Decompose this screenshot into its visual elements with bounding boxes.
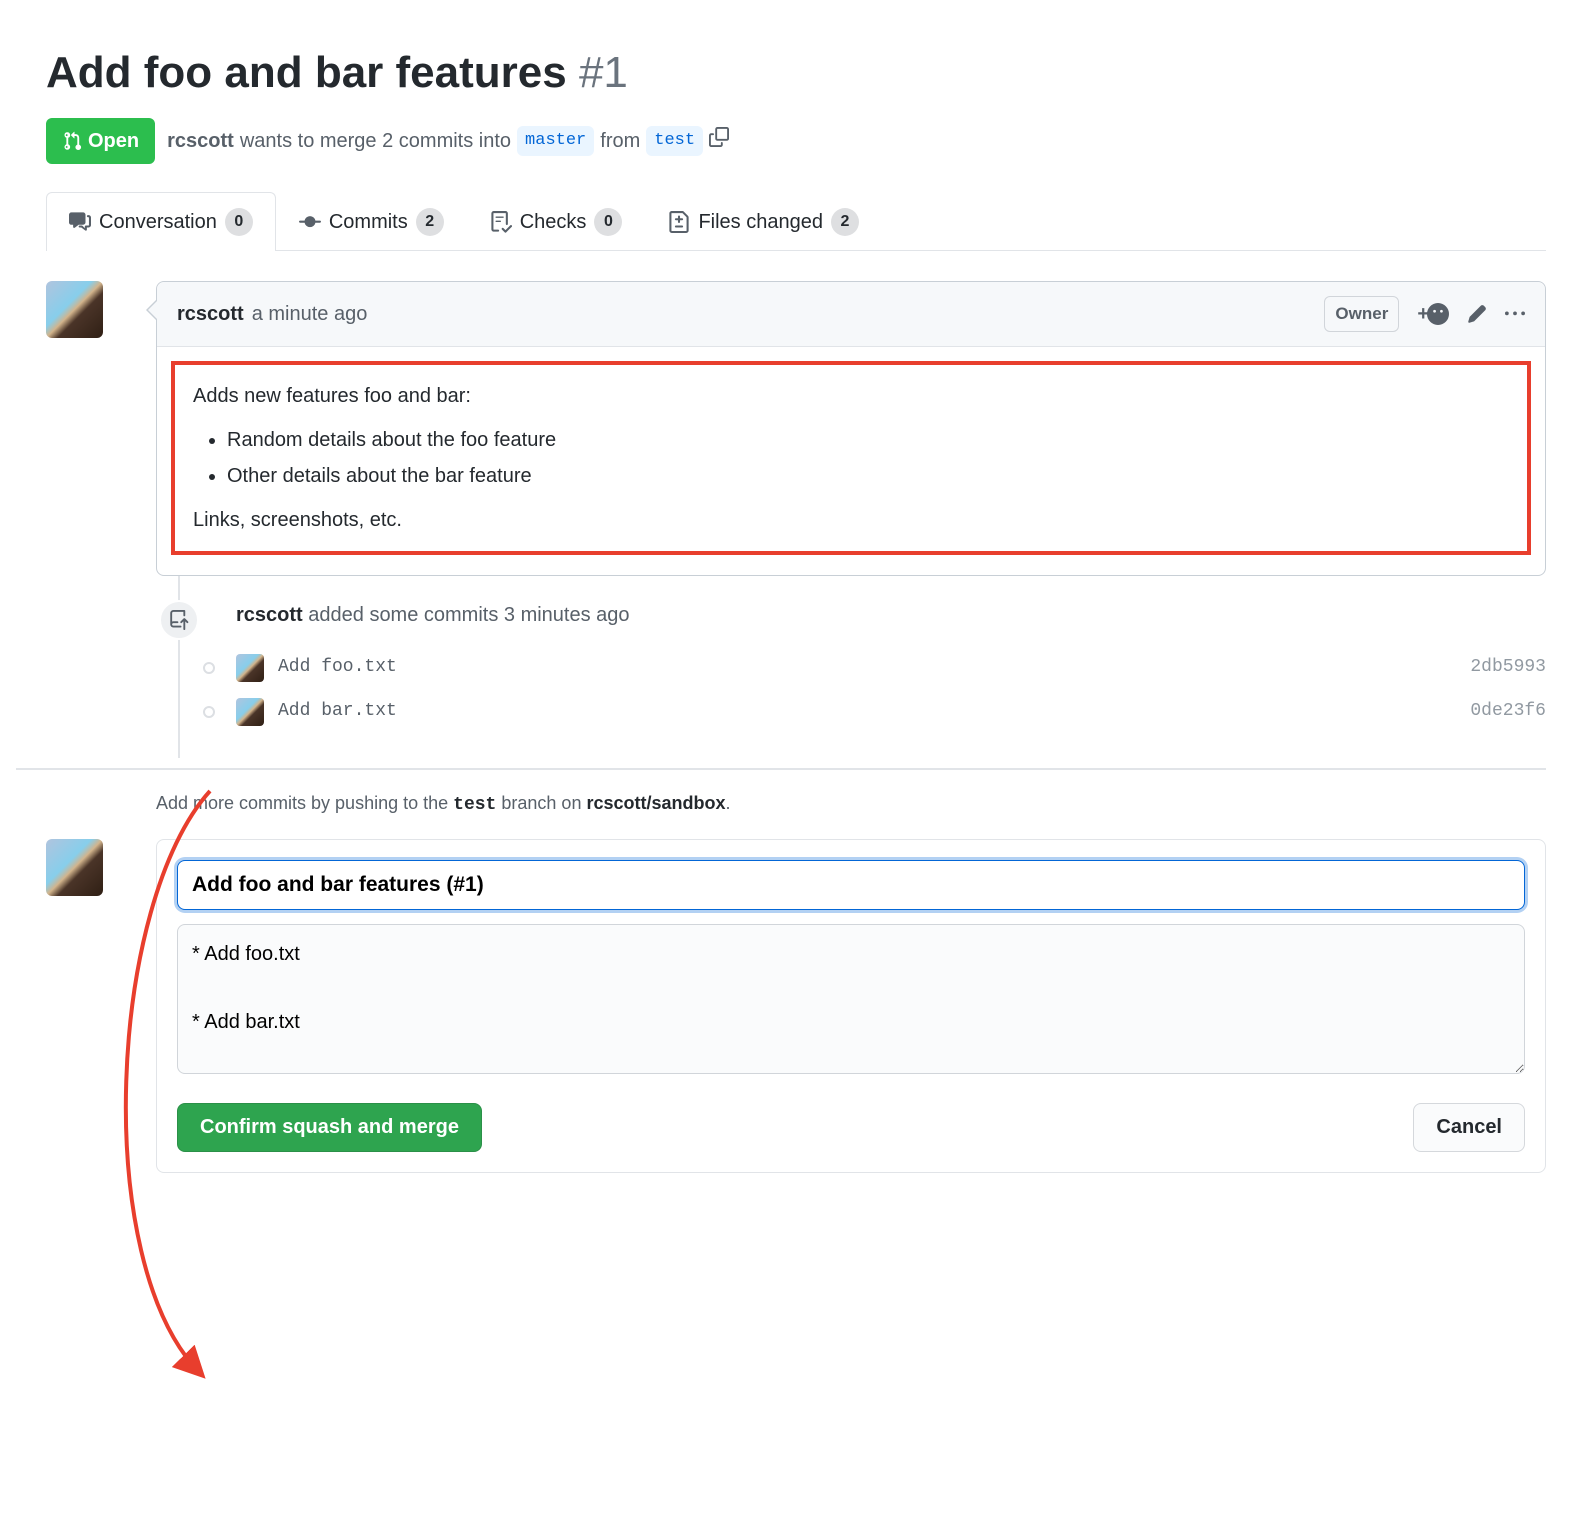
state-label: Open — [88, 126, 139, 156]
git-commit-icon — [299, 211, 321, 233]
commit-message[interactable]: Add bar.txt — [278, 698, 1456, 725]
edit-comment-button[interactable] — [1467, 304, 1487, 324]
commit-dot-icon — [203, 706, 215, 718]
file-diff-icon — [668, 211, 690, 233]
checks-count: 0 — [594, 208, 622, 236]
pr-body-outro: Links, screenshots, etc. — [193, 505, 1509, 535]
smiley-icon — [1427, 303, 1449, 325]
pr-title-text: Add foo and bar features — [46, 48, 567, 97]
tab-files[interactable]: Files changed 2 — [645, 192, 882, 251]
tab-conversation[interactable]: Conversation 0 — [46, 192, 276, 251]
timeline-heading-text: added some commits 3 minutes ago — [308, 604, 629, 626]
pr-tabs: Conversation 0 Commits 2 Checks 0 Files … — [46, 192, 1546, 251]
copy-branch-icon[interactable] — [709, 126, 729, 156]
commit-row: Add foo.txt 2db5993 — [236, 646, 1546, 690]
commit-dot-icon — [203, 662, 215, 674]
pr-body-highlight: Adds new features foo and bar: Random de… — [171, 361, 1531, 555]
push-hint-branch: test — [453, 795, 496, 815]
pencil-icon — [1467, 304, 1487, 324]
owner-badge: Owner — [1324, 296, 1399, 332]
state-badge-open: Open — [46, 118, 155, 164]
avatar[interactable] — [46, 281, 103, 338]
commit-sha[interactable]: 0de23f6 — [1470, 698, 1546, 725]
pr-title: Add foo and bar features #1 — [46, 40, 1546, 106]
pr-number: #1 — [579, 48, 628, 97]
avatar[interactable] — [236, 654, 264, 682]
pr-body-bullet: Random details about the foo feature — [227, 425, 1509, 455]
cancel-merge-button[interactable]: Cancel — [1413, 1103, 1525, 1152]
commit-row: Add bar.txt 0de23f6 — [236, 690, 1546, 734]
avatar[interactable] — [236, 698, 264, 726]
files-count: 2 — [831, 208, 859, 236]
add-reaction-button[interactable]: + — [1417, 299, 1449, 329]
commit-message[interactable]: Add foo.txt — [278, 654, 1456, 681]
commit-sha[interactable]: 2db5993 — [1470, 654, 1546, 681]
comment-author[interactable]: rcscott — [177, 299, 244, 329]
pr-body-bullet: Other details about the bar feature — [227, 461, 1509, 491]
checklist-icon — [490, 211, 512, 233]
timeline-author[interactable]: rcscott — [236, 604, 303, 626]
timeline-badge — [159, 600, 199, 640]
head-branch-tag[interactable]: test — [646, 126, 703, 156]
pr-author[interactable]: rcscott — [167, 126, 234, 156]
tab-commits[interactable]: Commits 2 — [276, 192, 467, 251]
commits-timeline: rcscott added some commits 3 minutes ago… — [178, 576, 1546, 758]
merge-commit-title-input[interactable] — [177, 860, 1525, 910]
merge-commit-body-textarea[interactable] — [177, 924, 1525, 1074]
comment-discussion-icon — [69, 211, 91, 233]
confirm-squash-merge-button[interactable]: Confirm squash and merge — [177, 1103, 482, 1152]
merge-form: Confirm squash and merge Cancel — [156, 839, 1546, 1173]
push-hint-repo: rcscott/sandbox — [586, 793, 725, 813]
pr-description-comment: rcscott a minute ago Owner + — [156, 281, 1546, 576]
git-pull-request-icon — [62, 131, 82, 151]
kebab-icon — [1505, 304, 1525, 324]
avatar[interactable] — [46, 839, 103, 896]
merge-description: rcscott wants to merge 2 commits into ma… — [167, 126, 729, 156]
repo-push-icon — [169, 610, 189, 630]
comment-kebab-menu[interactable] — [1505, 304, 1525, 324]
tab-checks[interactable]: Checks 0 — [467, 192, 646, 251]
pr-body-intro: Adds new features foo and bar: — [193, 381, 1509, 411]
conversation-count: 0 — [225, 208, 253, 236]
section-divider — [16, 768, 1546, 770]
push-hint: Add more commits by pushing to the test … — [156, 790, 1546, 819]
comment-timestamp[interactable]: a minute ago — [252, 299, 368, 329]
base-branch-tag[interactable]: master — [517, 126, 594, 156]
commits-count: 2 — [416, 208, 444, 236]
